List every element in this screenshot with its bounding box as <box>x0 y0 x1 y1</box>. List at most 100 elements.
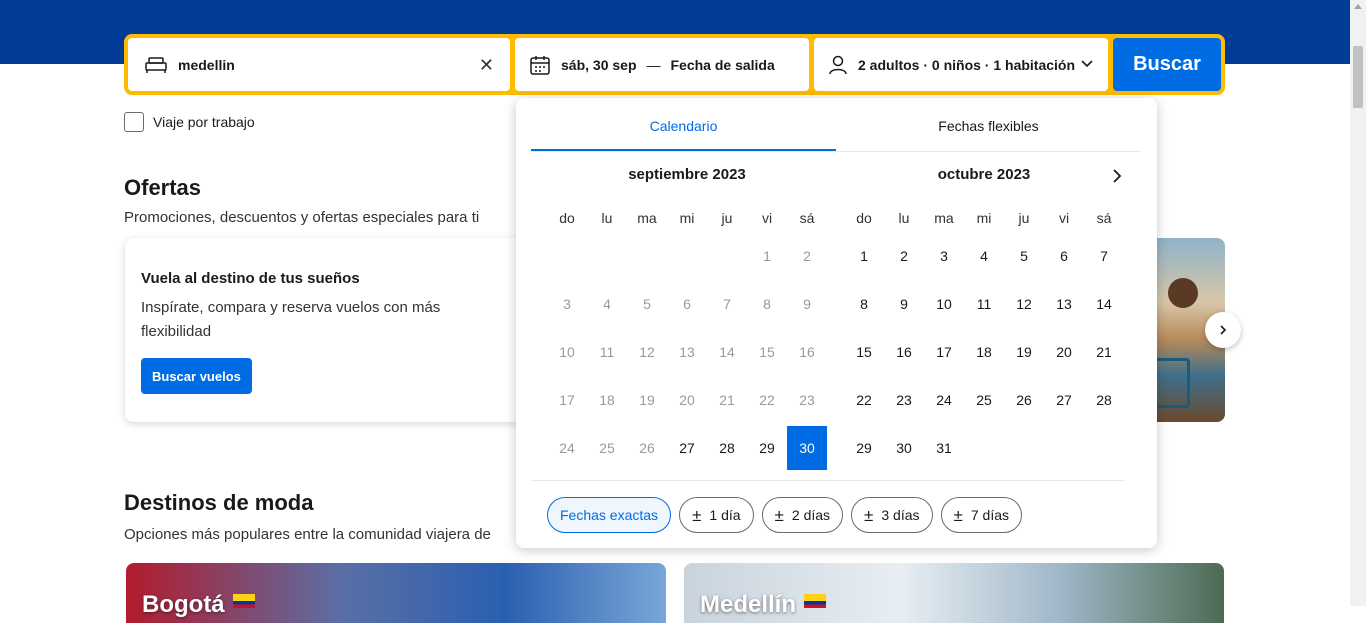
month-title: septiembre 2023 <box>628 166 746 183</box>
dates-field[interactable]: sáb, 30 sep — Fecha de salida <box>515 38 809 91</box>
person-icon <box>828 54 848 76</box>
chip-label: 7 días <box>970 507 1009 523</box>
calendar-day[interactable]: 9 <box>884 280 924 328</box>
search-flights-button[interactable]: Buscar vuelos <box>141 358 252 394</box>
plus-minus-icon: ± <box>864 505 874 525</box>
calendar-day: 5 <box>643 296 651 312</box>
chip-label: 1 día <box>709 507 741 523</box>
weekday-label: lu <box>898 210 910 226</box>
page-scrollbar[interactable] <box>1350 0 1366 606</box>
checkbox[interactable] <box>124 112 144 132</box>
chevron-down-icon[interactable] <box>1080 56 1094 73</box>
weekday-label: do <box>856 210 872 226</box>
date-picker-popup: Calendario Fechas flexibles septiembre 2… <box>516 98 1157 548</box>
plus-minus-icon: ± <box>774 505 784 525</box>
calendar-day: 9 <box>803 296 811 312</box>
destination-name: Bogotá <box>142 591 225 618</box>
offers-title: Ofertas <box>124 175 202 200</box>
calendar-day[interactable]: 13 <box>1044 280 1084 328</box>
flex-option-7-days[interactable]: ±7 días <box>940 497 1022 533</box>
calendar-day[interactable]: 7 <box>1084 232 1124 280</box>
next-month-button[interactable] <box>1109 168 1125 189</box>
calendar-day[interactable]: 28 <box>707 424 747 472</box>
calendar-day[interactable]: 14 <box>1084 280 1124 328</box>
work-trip-checkbox[interactable]: Viaje por trabajo <box>124 112 255 132</box>
calendar-day[interactable]: 15 <box>844 328 884 376</box>
calendar-day: 25 <box>599 440 615 456</box>
guests-value[interactable]: 2 adultos · 0 niños · 1 habitación <box>858 57 1075 73</box>
calendar-day[interactable]: 24 <box>924 376 964 424</box>
flex-option-2-days[interactable]: ±2 días <box>761 497 844 533</box>
search-button[interactable]: Buscar <box>1113 38 1221 91</box>
calendar-day[interactable]: 11 <box>964 280 1004 328</box>
flights-offer-card: Vuela al destino de tus sueños Inspírate… <box>125 238 545 422</box>
calendar-day[interactable]: 17 <box>924 328 964 376</box>
calendar-icon <box>529 54 551 76</box>
calendar-day[interactable]: 8 <box>844 280 884 328</box>
calendar-day[interactable]: 4 <box>964 232 1004 280</box>
chevron-right-icon <box>1113 169 1122 183</box>
weekday-label: sá <box>799 210 815 226</box>
calendar-day[interactable]: 22 <box>844 376 884 424</box>
calendar-day[interactable]: 6 <box>1044 232 1084 280</box>
calendar-day: 16 <box>799 344 815 360</box>
chip-label: Fechas exactas <box>560 507 659 523</box>
checkin-date[interactable]: sáb, 30 sep <box>561 57 637 73</box>
calendar-day[interactable]: 21 <box>1084 328 1124 376</box>
calendar-day[interactable]: 25 <box>964 376 1004 424</box>
calendar-day[interactable]: 2 <box>884 232 924 280</box>
trending-subtitle: Opciones más populares entre la comunida… <box>124 526 491 543</box>
calendar-day: 23 <box>799 392 815 408</box>
calendar-day[interactable]: 29 <box>747 424 787 472</box>
month-title: octubre 2023 <box>937 166 1031 183</box>
calendar-day[interactable]: 27 <box>667 424 707 472</box>
destination-value[interactable]: medellin <box>178 57 235 73</box>
calendar-day[interactable]: 12 <box>1004 280 1044 328</box>
checkout-placeholder[interactable]: Fecha de salida <box>671 57 775 73</box>
calendar-day[interactable]: 27 <box>1044 376 1084 424</box>
tab-flexible-dates[interactable]: Fechas flexibles <box>836 112 1141 151</box>
empty-day <box>547 232 587 280</box>
flex-option-3-days[interactable]: ±3 días <box>851 497 933 533</box>
calendar-day: 13 <box>679 344 695 360</box>
calendar-day[interactable]: 1 <box>844 232 884 280</box>
destination-card-bogota[interactable]: Bogotá <box>126 563 666 623</box>
month-october: octubre 2023 do lu ma mi ju vi sá 1 2 3 4 5 6 7 8 9 10 1… <box>844 166 1124 472</box>
date-picker-tabs: Calendario Fechas flexibles <box>531 112 1141 152</box>
guests-field[interactable]: 2 adultos · 0 niños · 1 habitación <box>814 38 1108 91</box>
calendar-day-selected[interactable]: 30 <box>787 426 827 470</box>
calendar-day[interactable]: 10 <box>924 280 964 328</box>
calendar-day[interactable]: 18 <box>964 328 1004 376</box>
clear-icon[interactable]: ✕ <box>479 55 494 76</box>
trending-title: Destinos de moda <box>124 490 314 515</box>
weekday-header: do lu ma mi ju vi sá <box>547 210 827 226</box>
calendar-day[interactable]: 16 <box>884 328 924 376</box>
destination-card-medellin[interactable]: Medellín <box>684 563 1224 623</box>
calendar-day[interactable]: 31 <box>924 424 964 472</box>
date-separator: — <box>646 56 661 73</box>
work-trip-label[interactable]: Viaje por trabajo <box>153 114 255 130</box>
calendar-day[interactable]: 20 <box>1044 328 1084 376</box>
calendar-day[interactable]: 26 <box>1004 376 1044 424</box>
calendar-day[interactable]: 28 <box>1084 376 1124 424</box>
scrollbar-thumb[interactable] <box>1353 46 1363 108</box>
flex-option-exact[interactable]: Fechas exactas <box>547 497 672 533</box>
scroll-up-icon[interactable] <box>1354 4 1362 9</box>
weekday-label: ju <box>721 210 733 226</box>
destination-name: Medellín <box>700 591 797 618</box>
calendar-day[interactable]: 19 <box>1004 328 1044 376</box>
calendar-day[interactable]: 30 <box>884 424 924 472</box>
calendar-day[interactable]: 3 <box>924 232 964 280</box>
calendar-day[interactable]: 23 <box>884 376 924 424</box>
calendar-day: 14 <box>719 344 735 360</box>
calendar-day[interactable]: 5 <box>1004 232 1044 280</box>
calendar-day: 2 <box>803 248 811 264</box>
destination-field[interactable]: medellin ✕ <box>128 38 510 91</box>
carousel-next-button[interactable] <box>1205 312 1241 348</box>
calendar-day: 18 <box>599 392 615 408</box>
calendar-day[interactable]: 29 <box>844 424 884 472</box>
empty-day <box>707 232 747 280</box>
tab-calendar[interactable]: Calendario <box>531 112 836 151</box>
flex-option-1-day[interactable]: ±1 día <box>679 497 754 533</box>
offer-card-title: Vuela al destino de tus sueños <box>141 270 360 287</box>
